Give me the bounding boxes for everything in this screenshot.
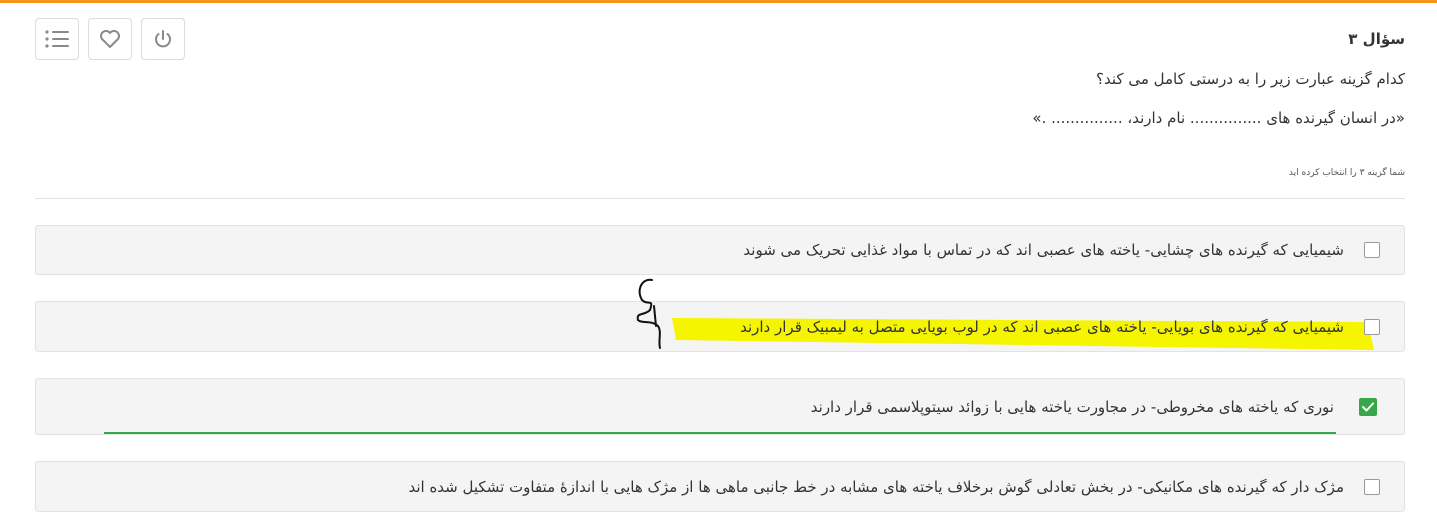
option-label: مژک دار که گیرنده های مکانیکی- در بخش تع… (408, 477, 1344, 496)
option-checkbox[interactable] (1364, 478, 1380, 495)
favorite-button[interactable] (88, 18, 132, 60)
option-checkbox[interactable] (1364, 242, 1380, 258)
selected-answer-note: شما گزینه ۳ را انتخاب کرده اید (1288, 168, 1405, 178)
answer-option-3[interactable]: نوری که یاخته های مخروطی- در مجاورت یاخت… (35, 378, 1405, 435)
checkmark-icon (1362, 402, 1374, 411)
list-button[interactable] (35, 18, 79, 60)
option-label: نوری که یاخته های مخروطی- در مجاورت یاخت… (810, 397, 1334, 416)
power-icon (155, 30, 171, 48)
option-checkbox[interactable] (1364, 318, 1380, 335)
question-text: کدام گزینه عبارت زیر را به درستی کامل می… (1096, 70, 1405, 88)
correct-answer-underline (104, 432, 1336, 434)
list-icon (45, 30, 69, 48)
answer-option-4[interactable]: مژک دار که گیرنده های مکانیکی- در بخش تع… (35, 461, 1405, 512)
top-accent-bar (0, 0, 1437, 3)
heart-icon (100, 30, 120, 48)
option-label: شیمیایی که گیرنده های چشایی- یاخته های ع… (743, 241, 1344, 259)
option-checkbox-checked[interactable] (1359, 397, 1377, 416)
question-statement: «در انسان گیرنده های ............... نام… (1032, 109, 1405, 127)
option-label: شیمیایی که گیرنده های بویایی- یاخته های … (740, 317, 1344, 336)
question-title: سؤال ۳ (1348, 30, 1405, 48)
answer-option-1[interactable]: شیمیایی که گیرنده های چشایی- یاخته های ع… (35, 225, 1405, 275)
exit-button[interactable] (141, 18, 185, 60)
divider (35, 198, 1405, 199)
handwritten-scribble (636, 278, 661, 349)
